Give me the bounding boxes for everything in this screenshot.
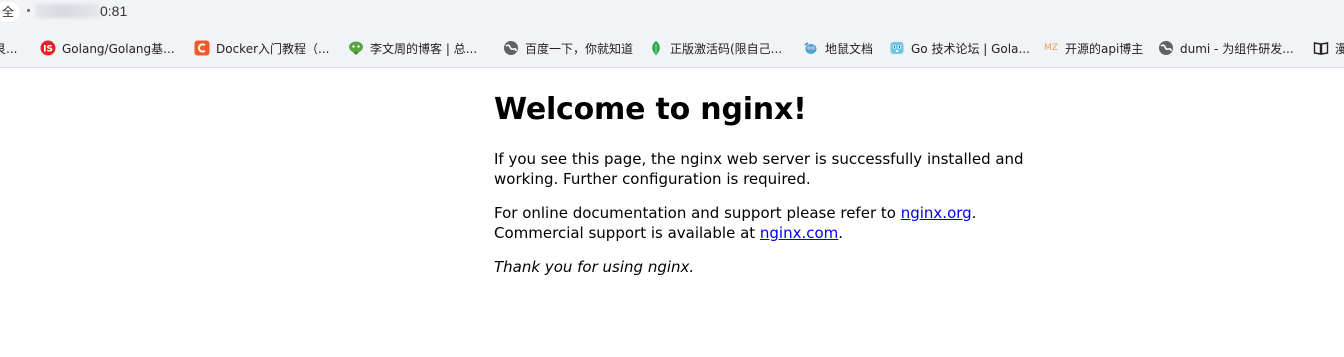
- golang-red-favicon-icon: IS: [40, 40, 56, 56]
- blurred-url-segment: [35, 4, 101, 18]
- bookmark-item[interactable]: Docker入门教程（...: [194, 36, 329, 60]
- bookmark-item[interactable]: 艮...: [0, 36, 17, 60]
- gopher-favicon-icon: [803, 40, 819, 56]
- address-dot: [27, 9, 30, 12]
- url-text[interactable]: 0:81: [100, 2, 127, 20]
- browser-chrome: 全 0:81 艮... IS Golang/Golang基... Docker入…: [0, 0, 1344, 68]
- bookmark-label: Go 技术论坛 | Gola...: [911, 41, 1030, 56]
- mz-favicon-icon: MZ: [1043, 40, 1059, 56]
- bookmark-label: 地鼠文档: [825, 41, 874, 56]
- docs-period: .: [971, 204, 977, 222]
- bookmark-label: 百度一下，你就知道: [525, 41, 634, 56]
- bookmark-item[interactable]: 百度一下，你就知道: [503, 36, 633, 60]
- globe-icon: [1158, 40, 1174, 56]
- mz-favicon-text: MZ: [1044, 43, 1058, 53]
- address-bar[interactable]: 全 0:81: [0, 0, 1344, 28]
- bookmark-item[interactable]: Go 技术论坛 | Gola...: [889, 36, 1030, 60]
- bookmark-item[interactable]: 地鼠文档: [803, 36, 873, 60]
- commercial-text: Commercial support is available at: [494, 224, 760, 242]
- bookmark-item[interactable]: IS Golang/Golang基...: [40, 36, 175, 60]
- bookmark-label: 艮...: [0, 41, 18, 56]
- bookmark-item[interactable]: 正版激活码(限自己...: [648, 36, 782, 60]
- nginx-org-link[interactable]: nginx.org: [901, 204, 972, 222]
- install-message: If you see this page, the nginx web serv…: [494, 150, 1024, 188]
- security-chip[interactable]: 全: [0, 2, 20, 22]
- green-avatar-favicon-icon: [348, 40, 364, 56]
- thank-you-message: Thank you for using nginx.: [494, 258, 695, 276]
- green-leaf-favicon-icon: [648, 40, 664, 56]
- page-title: Welcome to nginx!: [494, 92, 807, 127]
- bookmark-item[interactable]: dumi - 为组件研发...: [1158, 36, 1294, 60]
- bookmark-label: 正版激活码(限自己...: [670, 41, 783, 56]
- nginx-welcome-page: Welcome to nginx! If you see this page, …: [494, 88, 1054, 277]
- docs-text: For online documentation and support ple…: [494, 204, 901, 222]
- book-icon: [1313, 40, 1329, 56]
- bookmark-item[interactable]: MZ 开源的api博主: [1043, 36, 1143, 60]
- commercial-period: .: [838, 224, 844, 242]
- bookmark-label: 开源的api博主: [1065, 41, 1144, 56]
- globe-icon: [503, 40, 519, 56]
- nginx-com-link[interactable]: nginx.com: [760, 224, 838, 242]
- bookmark-item[interactable]: 漫: [1313, 36, 1344, 60]
- bookmark-label: Docker入门教程（...: [216, 41, 330, 56]
- bookmark-label: 漫: [1335, 41, 1344, 56]
- gopher-forum-favicon-icon: [889, 40, 905, 56]
- docs-message: For online documentation and support ple…: [494, 203, 1054, 243]
- bookmark-label: Golang/Golang基...: [62, 41, 175, 56]
- bookmark-item[interactable]: 李文周的博客 | 总...: [348, 36, 477, 60]
- docker-c-favicon-icon: [194, 40, 210, 56]
- svg-text:IS: IS: [43, 45, 53, 55]
- bookmark-label: dumi - 为组件研发...: [1180, 41, 1294, 56]
- bookmarks-bar: 艮... IS Golang/Golang基... Docker入门教程（...: [0, 36, 1344, 60]
- bookmark-label: 李文周的博客 | 总...: [370, 41, 478, 56]
